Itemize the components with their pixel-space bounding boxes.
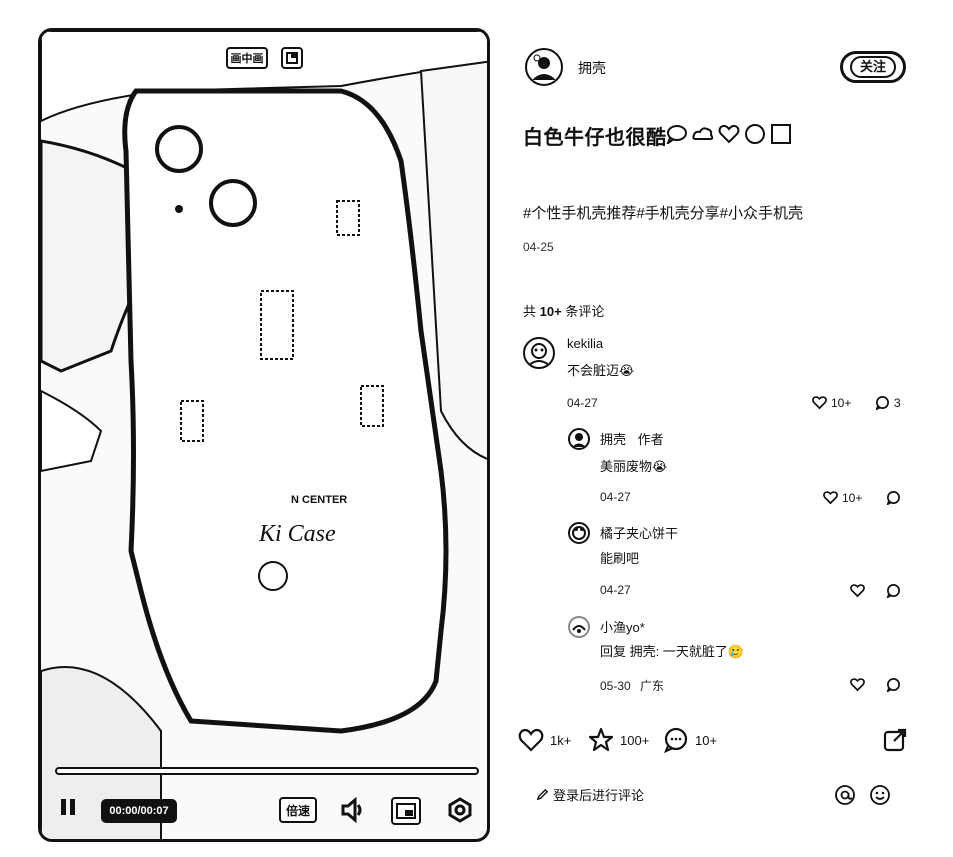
case-text-script: Ki Case	[258, 521, 336, 547]
star-icon	[588, 727, 614, 752]
heart-icon	[850, 584, 865, 598]
share-button[interactable]	[882, 722, 908, 758]
comment-like-count: 10+	[831, 395, 852, 410]
engagement-bar: 1k+ 100+ 10+	[518, 722, 918, 758]
heart-icon	[812, 396, 827, 410]
circle-icon	[745, 124, 765, 144]
square-icon	[771, 124, 791, 144]
reply-reply-button[interactable]	[886, 677, 901, 692]
smiley-icon[interactable]	[869, 784, 891, 806]
comment-emoji: 😭	[652, 459, 668, 474]
pause-icon[interactable]	[59, 799, 81, 823]
comment-input[interactable]: 登录后进行评论	[536, 785, 644, 804]
comment-button[interactable]: 10+	[663, 722, 717, 758]
commenter-avatar[interactable]	[568, 428, 590, 450]
heart-icon	[518, 728, 544, 752]
reply-reply-button[interactable]	[886, 490, 901, 505]
comment-author[interactable]: kekilia	[567, 336, 603, 351]
reply-date: 05-30	[600, 679, 631, 693]
comment-count-suffix: 条评论	[565, 304, 605, 319]
comment-emoji: 🥲	[727, 644, 745, 659]
reply-author[interactable]: 橘子夹心饼干	[600, 523, 678, 542]
author-name[interactable]: 拥壳	[578, 58, 606, 78]
post-title: 白色牛仔也很酷	[523, 127, 667, 149]
reply-location: 广东	[640, 679, 665, 693]
reply-date: 04-27	[600, 490, 631, 504]
video-time: 00:00/00:07	[101, 799, 177, 823]
comment-like-button[interactable]: 10+	[812, 395, 851, 410]
picture-in-picture-button[interactable]: 画中画	[226, 47, 268, 69]
comment-count-prefix: 共	[523, 304, 537, 319]
comment-reply-count: 3	[894, 395, 901, 410]
title-emoji-row	[666, 121, 792, 147]
reply-date: 04-27	[600, 583, 631, 597]
heart-icon	[823, 491, 838, 505]
post-hashtags[interactable]: #个性手机壳推荐#手机壳分享#小众手机壳	[523, 202, 803, 223]
post-date: 04-25	[523, 240, 554, 254]
video-frame: N CENTER Ki Case	[41, 31, 487, 839]
speech-bubble-icon	[666, 125, 687, 144]
comment-count-number: 10+	[539, 304, 562, 319]
pip-label: 画中画	[230, 53, 264, 65]
share-icon	[883, 728, 907, 752]
pencil-icon	[536, 788, 549, 801]
reply-text: 能刷吧	[600, 551, 640, 566]
video-progress-bar[interactable]	[55, 767, 479, 775]
comment-bubble-icon	[886, 678, 900, 692]
cloud-icon	[692, 127, 714, 140]
comment-emoji: 😭	[619, 363, 635, 378]
speaker-icon[interactable]	[337, 795, 369, 825]
follow-button[interactable]: 关注	[840, 51, 906, 83]
reply-like-button[interactable]: 10+	[823, 490, 862, 505]
playback-speed-button[interactable]: 倍速	[279, 797, 317, 823]
commenter-avatar[interactable]	[523, 337, 555, 369]
like-button[interactable]: 1k+	[518, 722, 571, 758]
at-icon[interactable]	[834, 784, 856, 806]
heart-icon	[850, 678, 865, 692]
reply-author[interactable]: 拥壳 作者	[600, 429, 664, 448]
comment-reply-button[interactable]: 3	[875, 395, 901, 410]
reply-like-button[interactable]	[850, 677, 865, 692]
comment-text: 不会脏迈😭	[567, 363, 635, 378]
fullscreen-icon[interactable]	[445, 795, 475, 825]
author-tag: 作者	[637, 432, 664, 447]
video-player[interactable]: N CENTER Ki Case 画中画 00:00/00:07 倍速	[38, 28, 490, 842]
commenter-avatar[interactable]	[568, 616, 590, 638]
reply-like-count: 10+	[842, 490, 863, 505]
case-text-top: N CENTER	[291, 494, 347, 506]
comment-input-placeholder: 登录后进行评论	[553, 788, 645, 803]
author-avatar[interactable]	[525, 48, 563, 86]
reply-author[interactable]: 小渔yo*	[600, 617, 645, 636]
comment-bubble-icon	[886, 491, 900, 505]
comment-bubble-icon	[886, 584, 900, 598]
expand-icon[interactable]	[281, 47, 303, 69]
comment-count: 共 10+ 条评论	[523, 301, 604, 320]
comment-date: 04-27	[567, 396, 598, 410]
follow-label: 关注	[849, 56, 896, 78]
commenter-avatar[interactable]	[568, 522, 590, 544]
like-count: 1k+	[550, 732, 572, 748]
reply-like-button[interactable]	[850, 583, 865, 598]
reply-reply-button[interactable]	[886, 583, 901, 598]
favorite-count: 100+	[620, 732, 650, 748]
mini-player-icon[interactable]	[391, 797, 421, 825]
reply-text: 美丽废物😭	[600, 459, 668, 474]
comment-total: 10+	[695, 732, 718, 748]
comment-bubble-icon	[875, 396, 889, 410]
reply-meta: 05-30 广东	[600, 677, 664, 694]
speed-label: 倍速	[285, 803, 310, 818]
heart-outline-icon	[718, 124, 740, 144]
comment-bubble-icon	[664, 727, 688, 753]
reply-text: 回复 拥壳: 一天就脏了🥲	[600, 644, 745, 659]
favorite-button[interactable]: 100+	[588, 722, 649, 758]
